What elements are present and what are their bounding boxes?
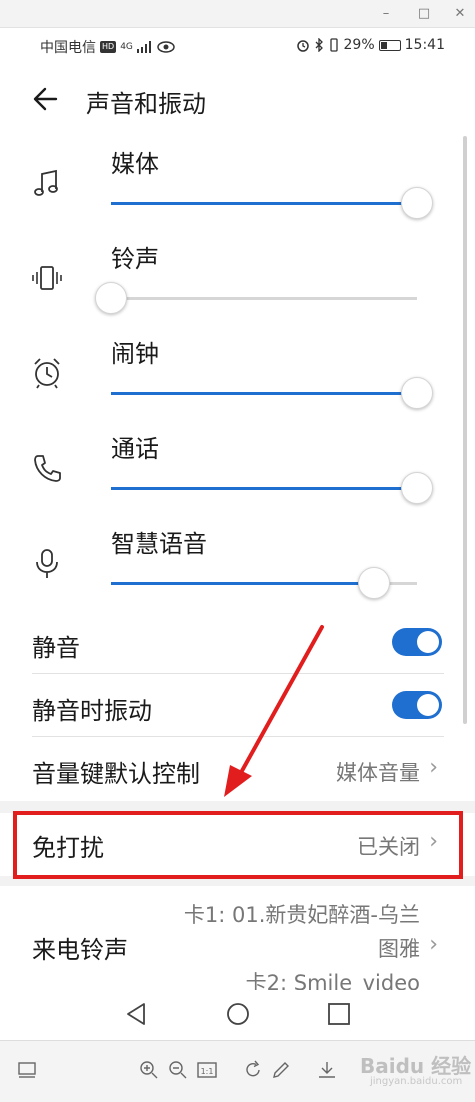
svg-text:1:1: 1:1 [201, 1067, 214, 1076]
thumbnail-icon[interactable] [16, 1059, 38, 1081]
rotate-icon[interactable] [242, 1059, 264, 1081]
watermark-url: jingyan.baidu.com [370, 1076, 463, 1087]
nav-back-icon[interactable] [122, 1000, 150, 1028]
download-icon[interactable] [316, 1059, 338, 1081]
watermark: Baidu 经验 [360, 1054, 472, 1078]
nav-recents-icon[interactable] [325, 1000, 353, 1028]
actual-size-icon[interactable]: 1:1 [196, 1059, 218, 1081]
zoom-out-icon[interactable] [167, 1059, 189, 1081]
edit-pencil-icon[interactable] [270, 1059, 292, 1081]
nav-home-icon[interactable] [224, 1000, 252, 1028]
zoom-in-icon[interactable] [138, 1059, 160, 1081]
annotation-arrow [224, 625, 324, 797]
nav-bar [0, 990, 475, 1040]
annotation-highlight-box [13, 811, 463, 879]
